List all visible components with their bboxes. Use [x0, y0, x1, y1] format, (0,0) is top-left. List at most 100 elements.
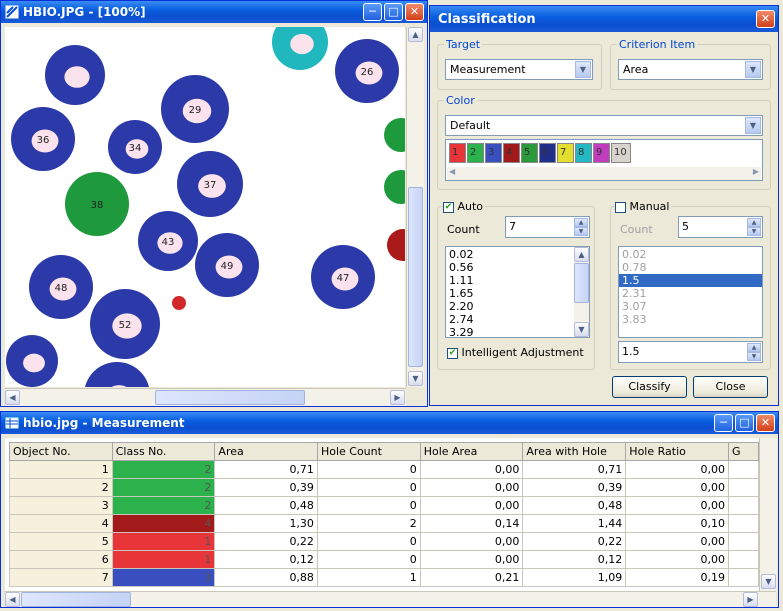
table-row[interactable]: 3 2 0,48 0 0,00 0,48 0,00 [9, 496, 759, 515]
cell-object[interactable] [384, 118, 405, 152]
column-header[interactable]: Object No. [9, 442, 113, 461]
intelligent-adjustment-checkbox[interactable]: ✔ Intelligent Adjustment [447, 346, 584, 359]
cell-object[interactable] [272, 27, 328, 70]
table-row[interactable]: 1 2 0,71 0 0,00 0,71 0,00 [9, 460, 759, 479]
column-header[interactable]: Class No. [111, 442, 216, 461]
list-item[interactable]: 1.65 [446, 287, 589, 300]
color-swatch[interactable]: 3 [485, 143, 502, 163]
minimize-button[interactable]: ─ [714, 414, 733, 432]
auto-checkbox[interactable]: ✔ Auto [443, 200, 486, 213]
target-select[interactable]: Measurement ▼ [445, 59, 593, 80]
cell-object[interactable] [6, 335, 58, 387]
measurement-table[interactable]: Object No. Class No. Area Hole Count Hole Ar… [9, 442, 759, 587]
cell-object[interactable]: 36 [11, 107, 75, 171]
list-item[interactable]: 1.11 [446, 274, 589, 287]
color-swatch[interactable]: 9 [593, 143, 610, 163]
list-item[interactable]: 2.74 [446, 313, 589, 326]
scroll-up-arrow-icon[interactable]: ▲ [574, 247, 589, 262]
color-swatch[interactable]: 8 [575, 143, 592, 163]
scroll-right-arrow-icon[interactable]: ▶ [390, 390, 405, 405]
scroll-right-arrow-icon[interactable]: ▶ [743, 592, 758, 607]
color-swatch[interactable]: 10 [611, 143, 631, 163]
table-row[interactable]: 2 2 0,39 0 0,00 0,39 0,00 [9, 478, 759, 497]
manual-count-stepper[interactable]: 5 ▲ ▼ [678, 216, 763, 238]
close-button[interactable]: ✕ [756, 414, 775, 432]
color-swatch[interactable]: 7 [557, 143, 574, 163]
scroll-thumb[interactable] [408, 187, 423, 367]
chevron-down-icon[interactable]: ▼ [745, 61, 761, 78]
scroll-thumb[interactable] [574, 263, 589, 303]
scroll-down-arrow-icon[interactable]: ▼ [574, 322, 589, 337]
criterion-select[interactable]: Area ▼ [618, 59, 763, 80]
spin-down-icon[interactable]: ▼ [747, 352, 761, 361]
list-scrollbar[interactable]: ▲ ▼ [574, 247, 589, 337]
checkbox-unchecked-icon[interactable] [615, 201, 626, 213]
scroll-down-arrow-icon[interactable]: ▼ [761, 574, 776, 589]
spin-up-icon[interactable]: ▲ [574, 218, 588, 227]
auto-count-stepper[interactable]: 7 ▲ ▼ [505, 216, 590, 238]
checkbox-checked-icon[interactable]: ✔ [443, 201, 454, 213]
column-header[interactable]: G [728, 442, 759, 461]
column-header[interactable]: Hole Ratio [625, 442, 730, 461]
spin-up-icon[interactable]: ▲ [747, 218, 761, 227]
close-button[interactable]: ✕ [405, 3, 424, 21]
scroll-up-arrow-icon[interactable]: ▲ [408, 27, 423, 42]
chevron-down-icon[interactable]: ▼ [575, 61, 591, 78]
color-swatch[interactable]: 6 [539, 143, 556, 163]
cell-object[interactable] [384, 170, 405, 204]
cell-object[interactable]: 57 [84, 362, 150, 387]
column-header[interactable]: Area with Hole [522, 442, 627, 461]
horizontal-scrollbar[interactable]: ◀ ▶ [5, 591, 776, 607]
scroll-left-arrow-icon[interactable]: ◀ [449, 167, 455, 176]
cell-object[interactable]: 29 [161, 75, 229, 143]
classify-button[interactable]: Classify [612, 376, 687, 398]
manual-value-stepper[interactable]: 1.5 ▲ ▼ [618, 341, 763, 363]
spin-down-icon[interactable]: ▼ [574, 227, 588, 236]
cell-object[interactable]: 52 [90, 289, 160, 359]
minimize-button[interactable]: ─ [363, 3, 382, 21]
list-item[interactable]: 1.5 [619, 274, 762, 287]
cell-object[interactable]: 38 [65, 172, 129, 236]
table-row[interactable]: 7 3 0,88 1 0,21 1,09 0,19 [9, 568, 759, 587]
cell-object[interactable]: 37 [177, 151, 243, 217]
close-dialog-button[interactable]: Close [693, 376, 768, 398]
manual-checkbox[interactable]: Manual [615, 200, 672, 213]
vertical-scrollbar[interactable]: ▼ [759, 438, 777, 591]
color-select[interactable]: Default ▼ [445, 115, 763, 136]
cell-object[interactable]: 43 [138, 211, 198, 271]
checkbox-checked-icon[interactable]: ✔ [447, 347, 458, 359]
list-item[interactable]: 3.07 [619, 300, 762, 313]
cell-object[interactable]: 47 [311, 245, 375, 309]
list-item[interactable]: 0.78 [619, 261, 762, 274]
maximize-button[interactable]: □ [384, 3, 403, 21]
scroll-thumb[interactable] [21, 592, 131, 607]
list-item[interactable]: 2.31 [619, 287, 762, 300]
column-header[interactable]: Hole Count [316, 442, 421, 461]
column-header[interactable]: Area [214, 442, 318, 461]
horizontal-scrollbar[interactable]: ◀ ▶ [5, 388, 406, 406]
color-swatch[interactable]: 1 [449, 143, 466, 163]
cell-object[interactable]: 49 [195, 233, 259, 297]
column-header[interactable]: Hole Area [419, 442, 524, 461]
cell-object[interactable]: 48 [29, 255, 93, 319]
image-canvas[interactable]: 26 29 36 34 37 38 43 49 47 48 52 57 [5, 27, 405, 387]
measurement-titlebar[interactable]: hbio.jpg - Measurement ─ □ ✕ [1, 412, 778, 434]
scroll-down-arrow-icon[interactable]: ▼ [408, 371, 423, 386]
chevron-down-icon[interactable]: ▼ [745, 117, 761, 134]
classification-titlebar[interactable]: Classification ✕ [430, 6, 778, 32]
color-swatch[interactable]: 5 [521, 143, 538, 163]
list-item[interactable]: 0.56 [446, 261, 589, 274]
color-swatch[interactable]: 4 [503, 143, 520, 163]
table-row[interactable]: 6 1 0,12 0 0,00 0,12 0,00 [9, 550, 759, 569]
vertical-scrollbar[interactable]: ▲ ▼ [406, 27, 424, 387]
manual-values-list[interactable]: 0.02 0.78 1.5 2.31 3.07 3.83 [618, 246, 763, 338]
scroll-left-arrow-icon[interactable]: ◀ [5, 592, 20, 607]
scroll-left-arrow-icon[interactable]: ◀ [5, 390, 20, 405]
scroll-right-arrow-icon[interactable]: ▶ [753, 167, 759, 176]
list-item[interactable]: 2.20 [446, 300, 589, 313]
spin-down-icon[interactable]: ▼ [747, 227, 761, 236]
cell-object[interactable]: 26 [335, 39, 399, 103]
scroll-thumb[interactable] [155, 390, 305, 405]
list-item[interactable]: 3.29 [446, 326, 589, 337]
swatch-scrollbar[interactable]: ◀ ▶ [447, 167, 761, 180]
